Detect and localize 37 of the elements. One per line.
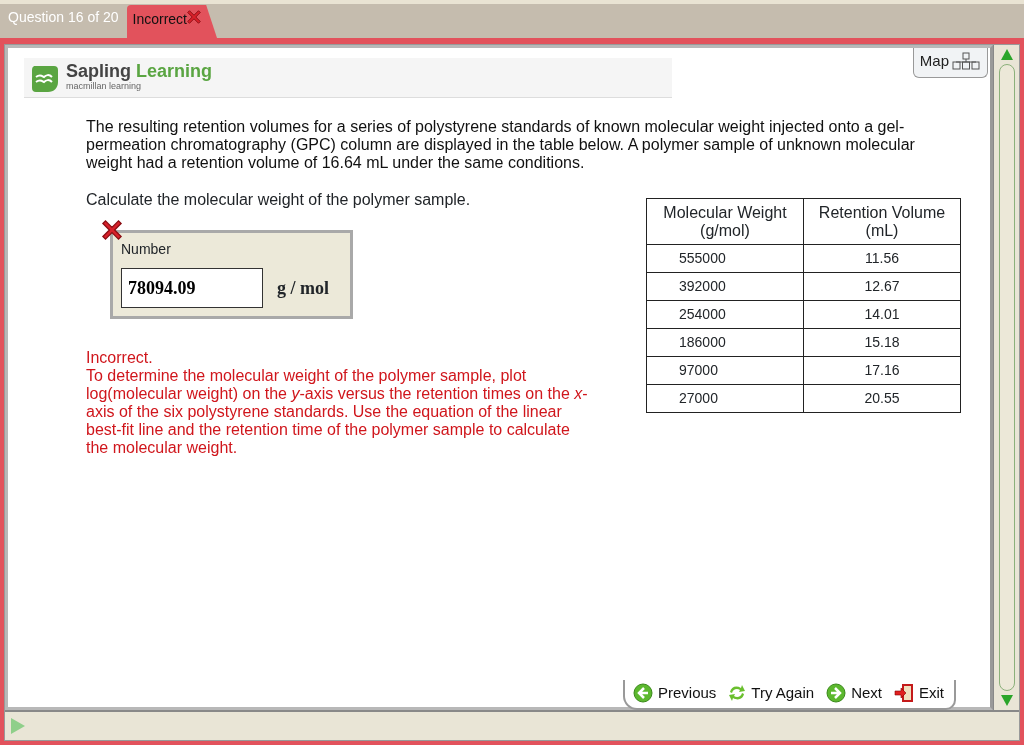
answer-label: Number [121, 240, 172, 259]
table-cell: 14.01 [803, 300, 961, 329]
table-cell: 254000 [646, 300, 804, 329]
feedback-title: Incorrect. [86, 349, 154, 367]
table-cell: 27000 [646, 384, 804, 413]
table-cell: 15.18 [803, 328, 961, 357]
scroll-down-icon[interactable] [1000, 695, 1013, 706]
map-button[interactable]: Map [912, 48, 988, 78]
table-cell: 186000 [646, 328, 804, 357]
table-cell: 17.16 [803, 356, 961, 385]
previous-button[interactable]: Previous [632, 681, 717, 704]
brand-tagline: macmillan learning [66, 80, 142, 93]
cross-icon [185, 8, 203, 26]
exit-door-icon [894, 682, 914, 703]
book-leaf-logo-icon [30, 63, 58, 92]
table-cell: 12.67 [803, 272, 961, 301]
scroll-up-icon[interactable] [1000, 49, 1013, 60]
question-prompt: Calculate the molecular weight of the polymer sample. [86, 190, 472, 210]
exit-button[interactable]: Exit [894, 681, 944, 704]
brand-name: Sapling Learning [66, 61, 213, 80]
table-cell: 97000 [646, 356, 804, 385]
sitemap-icon [951, 52, 981, 71]
table-cell: 11.56 [803, 244, 961, 273]
question-text: The resulting retention volumes for a series of polystyrene standards of known molecular weight injected onto a gel-permeation chromatography (GPC) column are displayed in the table below. A polymer sample of unknown molecular weight had a retention volume of 16.64 mL under the same conditions. [86, 118, 916, 172]
retry-button[interactable]: Try Again [728, 681, 815, 704]
column-header: Retention Volume (mL) [803, 198, 961, 245]
play-icon[interactable] [11, 718, 25, 734]
scrollbar-thumb[interactable] [998, 64, 1015, 691]
answer-field[interactable]: 78094.09 [121, 268, 263, 308]
table-cell: 555000 [646, 244, 804, 273]
column-header: Molecular Weight (g/mol) [646, 198, 804, 245]
table-cell: 20.55 [803, 384, 961, 413]
feedback-text: To determine the molecular weight of the polymer sample, plot log(molecular weight) on the y-axis versus the retention times on the x-axis of the six polystyrene standards. Use the equation of the linear best-fit line and the retention time of the polymer sample to calculate the molecular weight. [86, 367, 589, 457]
next-button[interactable]: Next [826, 681, 882, 704]
question-counter: Question 16 of 20 [8, 8, 119, 27]
table-cell: 392000 [646, 272, 804, 301]
unit-label: g / mol [277, 276, 329, 300]
